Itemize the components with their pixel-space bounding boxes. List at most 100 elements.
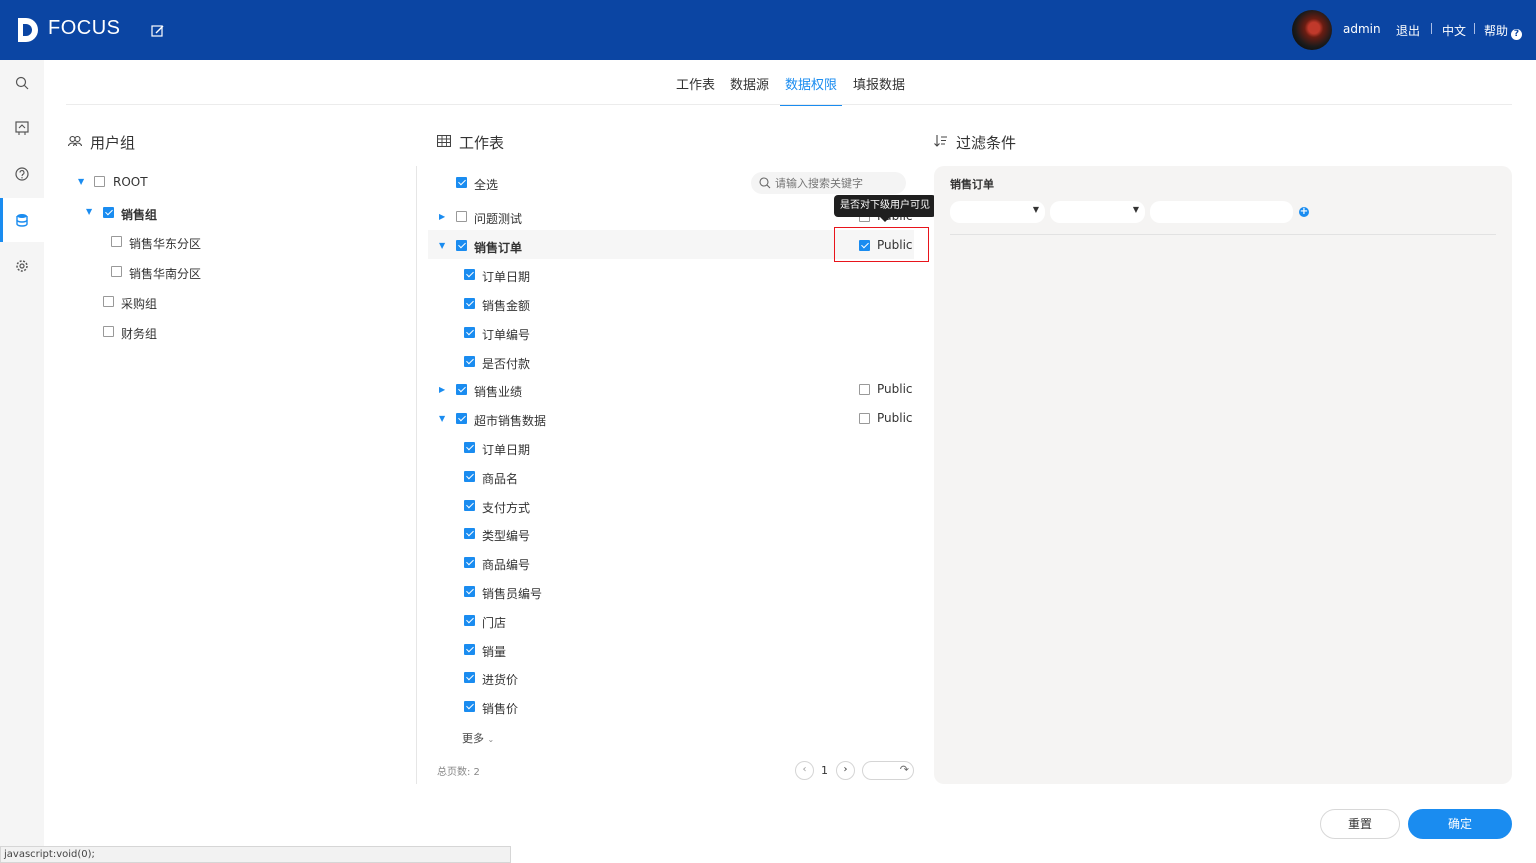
field-checkbox[interactable] [464,327,475,338]
edit-icon[interactable] [151,24,165,38]
field-item[interactable]: 门店 [482,614,506,631]
field-checkbox[interactable] [464,500,475,511]
sidebar-item-help[interactable] [0,152,44,196]
expand-caret-icon[interactable]: ▶ [439,212,445,221]
field-checkbox[interactable] [464,528,475,539]
next-page-button[interactable]: › [836,761,855,780]
language-link[interactable]: 中文 [1442,22,1466,39]
sidebar-item-settings[interactable] [0,244,44,288]
filter-panel [934,166,1512,784]
focus-logo-icon[interactable] [16,16,42,44]
page-jump-input[interactable]: ↷ [862,761,914,780]
field-item[interactable]: 商品名 [482,470,518,487]
tree-item-south-region[interactable]: 销售华南分区 [129,265,201,282]
worksheet-checkbox[interactable] [456,211,467,222]
field-item[interactable]: 销售金额 [482,297,530,314]
jump-icon[interactable]: ↷ [900,763,909,776]
tree-item-purchasing[interactable]: 采购组 [121,295,157,312]
chevron-down-icon: ⌄ [487,735,495,744]
tab-datasources[interactable]: 数据源 [730,74,769,101]
field-checkbox[interactable] [464,586,475,597]
tab-bar: 工作表 数据源 数据权限 填报数据 [0,74,1536,106]
search-box[interactable] [751,172,906,194]
tree-item-east-region[interactable]: 销售华东分区 [129,235,201,252]
operator-select[interactable]: ▼ [1050,201,1145,223]
logout-link[interactable]: 退出 [1396,22,1420,39]
field-item[interactable]: 销售价 [482,700,518,717]
select-all-checkbox[interactable] [456,177,467,188]
checkbox-root[interactable] [94,176,105,187]
field-checkbox[interactable] [464,471,475,482]
field-checkbox[interactable] [464,701,475,712]
help-icon [15,167,29,181]
worksheet-item[interactable]: 问题测试 [474,210,522,227]
search-icon [759,177,771,189]
field-checkbox[interactable] [464,644,475,655]
field-checkbox[interactable] [464,269,475,280]
field-item[interactable]: 订单日期 [482,441,530,458]
prev-page-button[interactable]: ‹ [795,761,814,780]
field-checkbox[interactable] [464,356,475,367]
checkbox-finance[interactable] [103,326,114,337]
confirm-button[interactable]: 确定 [1408,809,1512,839]
avatar[interactable] [1292,10,1332,50]
sidebar-item-data[interactable] [0,198,44,242]
expand-caret-icon[interactable]: ▶ [439,385,445,394]
worksheet-checkbox[interactable] [456,240,467,251]
field-item[interactable]: 是否付款 [482,355,530,372]
username-link[interactable]: admin [1343,22,1381,36]
filter-title: 过滤条件 [956,134,1017,152]
field-item[interactable]: 支付方式 [482,499,530,516]
expand-caret-icon[interactable]: ▼ [439,241,445,250]
field-item[interactable]: 订单编号 [482,326,530,343]
checkbox-east-region[interactable] [111,236,122,247]
worksheet-item[interactable]: 超市销售数据 [474,412,546,429]
tab-worksheets[interactable]: 工作表 [676,74,715,101]
field-item[interactable]: 销售员编号 [482,585,542,602]
public-checkbox[interactable] [859,413,870,424]
field-checkbox[interactable] [464,298,475,309]
database-icon [16,214,28,227]
tree-item-root[interactable]: ROOT [113,175,148,189]
public-tooltip: 是否对下级用户可见 [834,195,936,222]
field-checkbox[interactable] [464,672,475,683]
worksheet-item[interactable]: 销售业绩 [474,383,522,400]
filter-divider [950,234,1496,235]
add-condition-icon[interactable]: + [1299,207,1309,217]
current-page[interactable]: 1 [821,764,828,777]
help-link[interactable]: 帮助? [1484,22,1523,40]
value-input[interactable] [1150,201,1293,223]
sidebar-item-board[interactable] [0,106,44,150]
field-checkbox[interactable] [464,442,475,453]
tree-item-finance[interactable]: 财务组 [121,325,157,342]
public-label: Public [877,382,913,396]
checkbox-purchasing[interactable] [103,296,114,307]
checkbox-sales-group[interactable] [103,207,114,218]
checkbox-south-region[interactable] [111,266,122,277]
tab-data-permissions[interactable]: 数据权限 [780,74,843,106]
field-item[interactable]: 类型编号 [482,527,530,544]
expand-caret-icon[interactable]: ▼ [439,414,445,423]
worksheet-checkbox[interactable] [456,413,467,424]
worksheet-item[interactable]: 销售订单 [474,239,522,256]
search-input[interactable] [775,175,900,191]
more-link[interactable]: 更多 ⌄ [462,730,494,746]
total-pages: 总页数: 2 [437,767,480,778]
expand-caret-icon[interactable]: ▼ [86,207,92,216]
field-item[interactable]: 销量 [482,643,506,660]
field-item[interactable]: 进货价 [482,671,518,688]
public-checkbox[interactable] [859,384,870,395]
worksheet-checkbox[interactable] [456,384,467,395]
tree-item-sales-group[interactable]: 销售组 [121,206,157,223]
reset-button[interactable]: 重置 [1320,809,1400,839]
field-checkbox[interactable] [464,615,475,626]
tab-fill-data[interactable]: 填报数据 [853,74,905,101]
field-item[interactable]: 订单日期 [482,268,530,285]
browser-status-bar: javascript:void(0); [0,846,511,863]
expand-caret-icon[interactable]: ▼ [78,177,84,186]
select-all-label[interactable]: 全选 [474,176,498,193]
field-checkbox[interactable] [464,557,475,568]
field-select[interactable]: ▼ [950,201,1045,223]
user-group-title: 用户组 [90,134,136,152]
field-item[interactable]: 商品编号 [482,556,530,573]
